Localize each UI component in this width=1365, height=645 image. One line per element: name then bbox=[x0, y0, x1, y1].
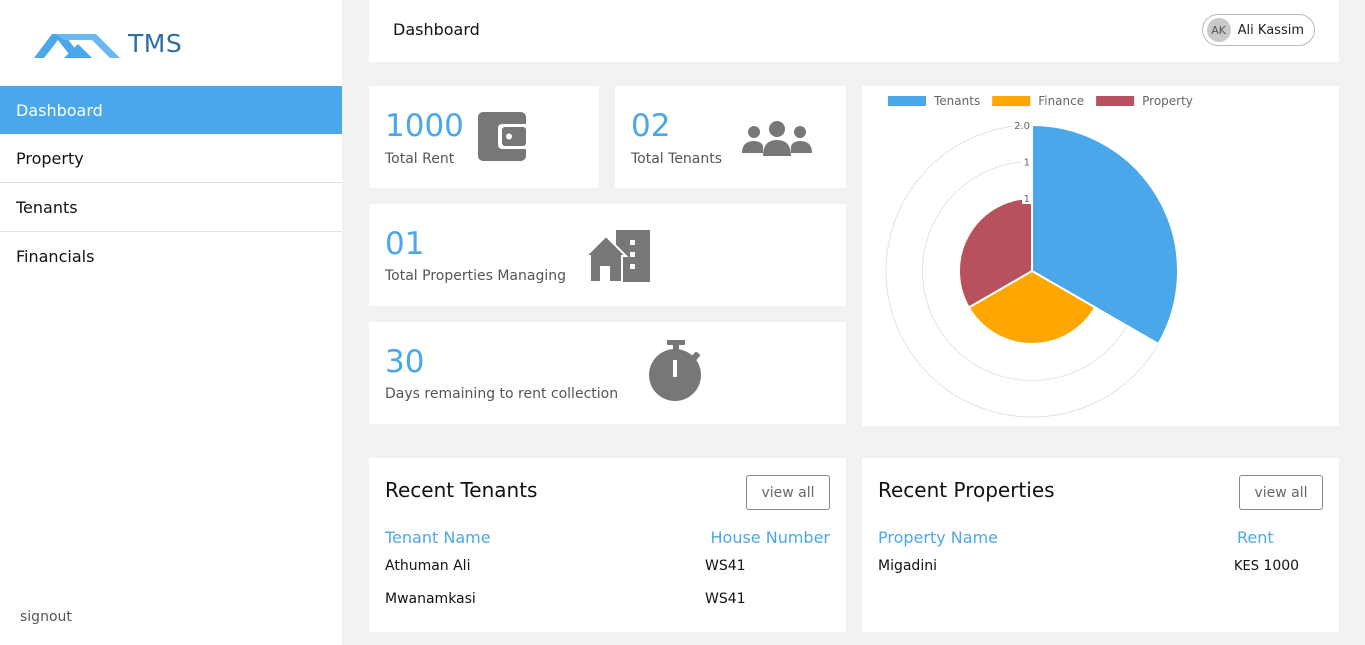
legend-swatch-finance bbox=[992, 96, 1031, 106]
stat-label: Days remaining to rent collection bbox=[385, 386, 619, 402]
stat-card-total-rent: 1000 Total Rent bbox=[369, 86, 599, 188]
stat-value: 1000 bbox=[385, 108, 464, 144]
recent-tenants-panel: Recent Tenants view all Tenant Name Hous… bbox=[369, 458, 846, 632]
legend-label-property: Property bbox=[1142, 94, 1193, 108]
house-number-cell: WS41 bbox=[705, 558, 746, 574]
sidebar-item-property[interactable]: Property bbox=[0, 134, 342, 183]
sidebar: TMS Dashboard Property Tenants Financial… bbox=[0, 0, 342, 645]
legend-swatch-tenants bbox=[888, 96, 926, 106]
tick-label: 1 bbox=[1024, 194, 1030, 205]
stat-card-days-remaining: 30 Days remaining to rent collection bbox=[369, 322, 846, 424]
brand-logo[interactable]: TMS bbox=[34, 26, 182, 60]
legend-label-finance: Finance bbox=[1038, 94, 1084, 108]
avatar: AK bbox=[1206, 18, 1231, 42]
wallet-icon bbox=[478, 112, 530, 161]
column-header-property-name: Property Name bbox=[878, 528, 998, 547]
house-number-cell: WS41 bbox=[705, 591, 746, 607]
legend-swatch-property bbox=[1096, 96, 1135, 106]
stat-label: Total Tenants bbox=[631, 151, 723, 167]
stat-card-total-tenants: 02 Total Tenants bbox=[615, 86, 846, 188]
signout-link[interactable]: signout bbox=[20, 609, 72, 625]
column-header-rent: Rent bbox=[1237, 528, 1274, 547]
stat-value: 01 bbox=[385, 226, 425, 262]
sidebar-item-financials[interactable]: Financials bbox=[0, 232, 342, 281]
roof-logo-icon bbox=[34, 34, 120, 58]
view-all-tenants-button[interactable]: view all bbox=[746, 475, 830, 510]
panel-title: Recent Tenants bbox=[385, 478, 538, 502]
column-header-tenant-name: Tenant Name bbox=[385, 528, 491, 547]
stat-value: 02 bbox=[631, 108, 671, 144]
stat-card-total-properties: 01 Total Properties Managing bbox=[369, 204, 846, 306]
rent-amount: 1000 bbox=[1263, 558, 1300, 574]
tenant-name-cell[interactable]: Mwanamkasi bbox=[385, 591, 476, 607]
rent-cell: KES 1000 bbox=[1234, 558, 1299, 574]
sidebar-nav: Dashboard Property Tenants Financials bbox=[0, 86, 342, 281]
stopwatch-icon bbox=[649, 340, 701, 401]
recent-properties-panel: Recent Properties view all Property Name… bbox=[862, 458, 1339, 632]
tick-label: 2.0 bbox=[1014, 121, 1030, 132]
sidebar-item-dashboard[interactable]: Dashboard bbox=[0, 86, 342, 134]
stat-label: Total Rent bbox=[385, 151, 455, 167]
chart-canvas: 2.0 1 1 Tenants Finance Property bbox=[885, 94, 1193, 418]
tick-label: 1 bbox=[1024, 158, 1030, 169]
polar-area-chart: 2.0 1 1 Tenants Finance Property bbox=[862, 86, 1339, 426]
user-menu-button[interactable]: AK Ali Kassim bbox=[1201, 14, 1315, 46]
tenant-name-cell[interactable]: Athuman Ali bbox=[385, 558, 470, 574]
column-header-house-number: House Number bbox=[710, 528, 831, 547]
users-group-icon bbox=[742, 121, 812, 156]
view-all-properties-button[interactable]: view all bbox=[1239, 475, 1323, 510]
property-name-cell[interactable]: Migadini bbox=[878, 558, 937, 574]
brand-name: TMS bbox=[128, 28, 183, 58]
top-header: Dashboard AK Ali Kassim bbox=[369, 0, 1339, 62]
sidebar-item-tenants[interactable]: Tenants bbox=[0, 183, 342, 232]
stat-value: 30 bbox=[385, 344, 425, 380]
page-title: Dashboard bbox=[393, 20, 480, 39]
panel-title: Recent Properties bbox=[878, 478, 1055, 502]
stat-label: Total Properties Managing bbox=[385, 268, 566, 284]
building-icon bbox=[586, 230, 650, 282]
currency-label: KES bbox=[1234, 559, 1259, 574]
user-name: Ali Kassim bbox=[1237, 22, 1304, 38]
legend-label-tenants: Tenants bbox=[933, 94, 980, 108]
